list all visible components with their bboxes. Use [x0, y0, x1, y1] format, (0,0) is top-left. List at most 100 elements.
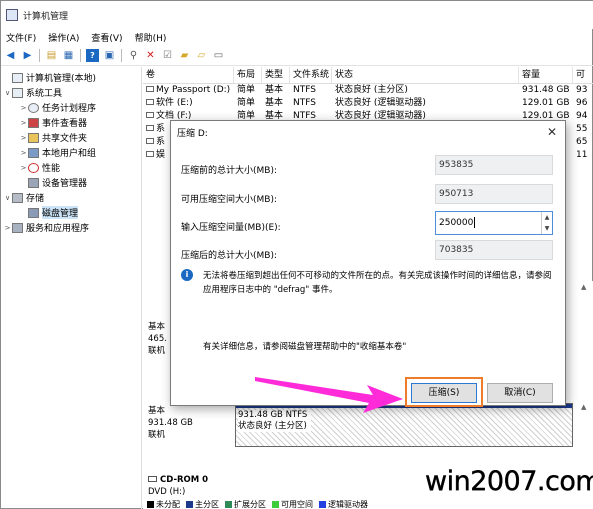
device-manager-icon: [28, 177, 39, 188]
tree-item-system-tools[interactable]: ∨ 系统工具: [1, 85, 141, 100]
menu-view[interactable]: 查看(V): [91, 31, 122, 44]
volume-status: 状态良好 (主分区): [335, 85, 408, 95]
legend-extended: 扩展分区: [225, 499, 266, 509]
scroll-up-icon[interactable]: ▲: [581, 283, 590, 292]
tree-item-label: 本地用户和组: [42, 149, 97, 159]
disk-state: 联机: [148, 430, 166, 440]
column-header-volume[interactable]: 卷: [143, 67, 234, 83]
cdrom-info: CD-ROM 0 DVD (H:): [148, 474, 233, 498]
tree-item-local-users[interactable]: > 本地用户和组: [1, 145, 141, 160]
column-header-filesystem[interactable]: 文件系统: [290, 67, 332, 83]
chevron-right-icon[interactable]: >: [19, 149, 28, 157]
volume-icon: [146, 125, 154, 131]
dialog-title: 压缩 D:: [177, 128, 208, 139]
panel-icon[interactable]: ▭: [212, 49, 225, 62]
available-value: 950713: [435, 184, 553, 204]
toolbar: ◀ ▶ ▤ ▦ ? ▣ ⚲ ✕ ☑ ▰ ▱ ▭: [1, 46, 593, 66]
table-row[interactable]: 软件 (E:) 简单 基本 NTFS 状态良好 (逻辑驱动器) 129.01 G…: [143, 97, 593, 110]
menu-help[interactable]: 帮助(H): [135, 31, 167, 44]
forward-arrow-icon[interactable]: ▶: [21, 49, 34, 62]
tree-item-shared-folders[interactable]: > 共享文件夹: [1, 130, 141, 145]
column-header-layout[interactable]: 布局: [234, 67, 262, 83]
tree-item-performance[interactable]: > 性能: [1, 160, 141, 175]
tree-item-services-apps[interactable]: > 服务和应用程序: [1, 220, 141, 235]
volume-free: 94: [576, 111, 588, 121]
services-icon: [12, 222, 23, 233]
cancel-button[interactable]: 取消(C): [487, 383, 553, 403]
tree-item-task-scheduler[interactable]: > 任务计划程序: [1, 100, 141, 115]
total-after-label: 压缩后的总计大小(MB):: [181, 251, 277, 261]
shrink-dialog: 压缩 D: ✕ 压缩前的总计大小(MB): 953835 可用压缩空间大小(MB…: [170, 120, 566, 407]
partition-status: 状态良好 (主分区): [238, 421, 311, 432]
table-row[interactable]: My Passport (D:) 简单 基本 NTFS 状态良好 (主分区) 9…: [143, 84, 593, 97]
shrink-button[interactable]: 压缩(S): [411, 383, 477, 403]
volume-free: 11: [576, 150, 588, 160]
chevron-right-icon[interactable]: >: [3, 224, 12, 232]
tree-item-label: 性能: [42, 164, 61, 174]
tree-item-disk-management[interactable]: 磁盘管理: [1, 205, 141, 220]
volume-free: 96: [576, 98, 588, 108]
connect-icon[interactable]: ⚲: [127, 49, 140, 62]
shrink-amount-label: 输入压缩空间量(MB)(E):: [181, 223, 281, 233]
scroll-up-icon[interactable]: ▲: [581, 403, 590, 412]
column-header-free[interactable]: 可: [573, 67, 593, 83]
dialog-title-bar: 压缩 D:: [171, 121, 565, 143]
volume-name: 软件 (E:): [143, 97, 234, 110]
column-header-capacity[interactable]: 容量: [519, 67, 573, 83]
tree-item-label: 事件查看器: [42, 119, 88, 129]
chevron-up-icon[interactable]: ▲: [542, 212, 552, 223]
chevron-down-icon[interactable]: ∨: [3, 89, 12, 97]
check-icon[interactable]: ☑: [161, 49, 174, 62]
legend-primary: 主分区: [186, 499, 219, 509]
watermark-logo: win2007.com: [425, 466, 593, 497]
quantity-stepper[interactable]: ▲ ▼: [541, 212, 552, 234]
chevron-down-icon[interactable]: ∨: [3, 194, 12, 202]
title-bar: 计算机管理: [1, 1, 593, 29]
pointer-arrow-icon: [255, 377, 403, 413]
tree-item-label: 存储: [26, 194, 45, 204]
chevron-down-icon[interactable]: ▼: [542, 223, 552, 234]
legend-free-space: 可用空间: [272, 499, 313, 509]
menu-action[interactable]: 操作(A): [48, 31, 79, 44]
toolbar-separator: [39, 49, 40, 62]
column-header-type[interactable]: 类型: [262, 67, 290, 83]
volume-type: 基本: [265, 98, 284, 108]
info-message: 无法将卷压缩到超出任何不可移动的文件所在的点。有关完成该操作时间的详细信息，请参…: [203, 271, 552, 295]
toolbar-separator: [80, 49, 81, 62]
clock-icon: [28, 102, 39, 113]
tree-item-event-viewer[interactable]: > 事件查看器: [1, 115, 141, 130]
help-icon[interactable]: ?: [86, 49, 99, 62]
open-folder-icon[interactable]: ▰: [178, 49, 191, 62]
volume-filesystem: NTFS: [293, 85, 316, 95]
properties-icon[interactable]: ▣: [103, 49, 116, 62]
chevron-right-icon[interactable]: >: [19, 134, 28, 142]
back-arrow-icon[interactable]: ◀: [4, 49, 17, 62]
close-icon[interactable]: ✕: [547, 125, 557, 139]
folder-up-icon[interactable]: ▤: [45, 49, 58, 62]
console-tree-icon[interactable]: ▦: [62, 49, 75, 62]
volume-capacity: 931.48 GB: [522, 85, 570, 95]
new-folder-icon[interactable]: ▱: [195, 49, 208, 62]
volume-list-header: 卷 布局 类型 文件系统 状态 容量 可: [143, 67, 593, 84]
tree-item-storage[interactable]: ∨ 存储: [1, 190, 141, 205]
tree-item-computer-management[interactable]: 计算机管理(本地): [1, 70, 141, 85]
volume-layout: 简单: [237, 98, 256, 108]
chevron-right-icon[interactable]: >: [19, 119, 28, 127]
menu-bar: 文件(F) 操作(A) 查看(V) 帮助(H): [1, 29, 593, 45]
disk-legend: 未分配 主分区 扩展分区 可用空间 逻辑驱动器: [147, 499, 368, 509]
menu-file[interactable]: 文件(F): [6, 31, 36, 44]
shrink-amount-input[interactable]: 250000 ▲ ▼: [435, 211, 553, 235]
tree-item-label: 服务和应用程序: [26, 224, 90, 234]
total-after-value: 703835: [435, 240, 553, 260]
shared-folder-icon: [28, 132, 39, 143]
delete-icon[interactable]: ✕: [144, 49, 157, 62]
chevron-right-icon[interactable]: >: [19, 104, 28, 112]
window-title: 计算机管理: [23, 11, 69, 22]
volume-free: 55: [576, 124, 588, 134]
users-icon: [28, 147, 39, 158]
legend-unallocated: 未分配: [147, 499, 180, 509]
tree-item-device-manager[interactable]: 设备管理器: [1, 175, 141, 190]
chevron-right-icon[interactable]: >: [19, 164, 28, 172]
tree-item-label: 任务计划程序: [42, 104, 97, 114]
column-header-status[interactable]: 状态: [332, 67, 519, 83]
